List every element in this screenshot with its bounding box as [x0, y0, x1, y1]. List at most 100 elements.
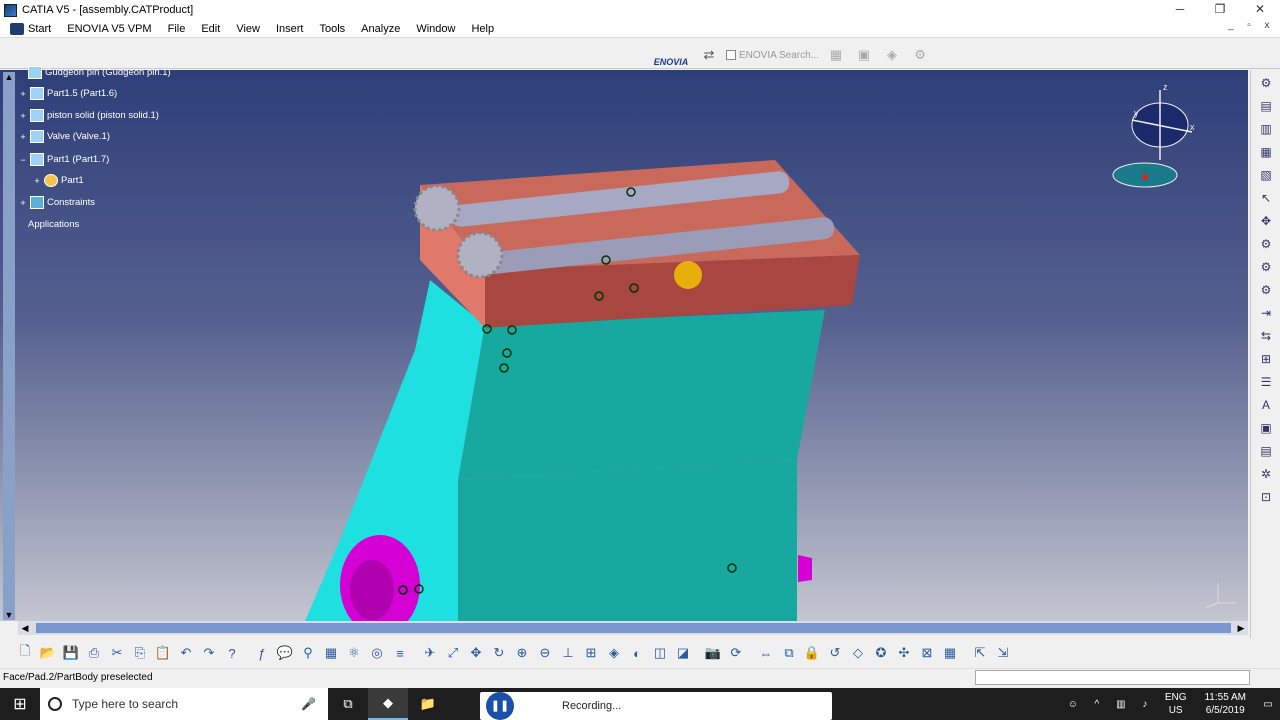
comment-icon[interactable]: 💬 [274, 642, 296, 664]
pause-icon[interactable]: ❚❚ [486, 692, 514, 720]
undo-icon[interactable]: ↶ [175, 642, 197, 664]
menu-insert[interactable]: Insert [268, 21, 312, 37]
structure-icon[interactable]: ⊠ [916, 642, 938, 664]
graph-tree-icon[interactable]: ⊞ [1255, 349, 1277, 369]
distance-icon[interactable]: ✣ [893, 642, 915, 664]
snap-icon[interactable]: ⧉ [778, 642, 800, 664]
enovia-save-icon[interactable]: ▣ [853, 44, 875, 66]
enovia-tree-icon[interactable]: ▦ [825, 44, 847, 66]
doc-minimize-button[interactable]: _ [1222, 20, 1240, 31]
expand-icon[interactable]: + [18, 89, 28, 99]
gear-icon[interactable]: ⚙ [1255, 234, 1277, 254]
expand-icon[interactable]: + [32, 176, 42, 186]
iso-view-icon[interactable]: ◈ [603, 642, 625, 664]
assembly-constraints-icon[interactable]: ⚙ [1255, 73, 1277, 93]
menu-help[interactable]: Help [463, 21, 502, 37]
enovia-logo[interactable]: ENOVIA [650, 43, 692, 67]
tree-item-gudgeon-pin[interactable]: Gudgeon pin (Gudgeon pin.1) [28, 66, 171, 79]
recording-widget[interactable]: ❚❚ Recording... [480, 692, 832, 720]
expand-icon[interactable]: + [18, 132, 28, 142]
show-hidden-icon[interactable]: ^ [1085, 699, 1109, 710]
taskbar-search[interactable]: Type here to search 🎤 [40, 688, 328, 720]
bill-of-material-icon[interactable]: ☰ [1255, 372, 1277, 392]
rule-icon[interactable]: ◎ [366, 642, 388, 664]
normal-view-icon[interactable]: ⊥ [557, 642, 579, 664]
minimize-button[interactable]: ─ [1160, 0, 1200, 20]
move-icon[interactable]: ✥ [1255, 211, 1277, 231]
scroll-right-icon[interactable]: ▶ [1234, 621, 1248, 635]
gear-existing-icon[interactable]: ⚙ [1255, 280, 1277, 300]
new-file-icon[interactable]: 🗋 [14, 642, 36, 664]
tree-item-part1-5[interactable]: + Part1.5 (Part1.6) [18, 87, 117, 100]
tree-item-applications[interactable]: Applications [28, 219, 79, 230]
multi-view-icon[interactable]: ⊞ [580, 642, 602, 664]
capture-icon[interactable]: 📷 [702, 642, 724, 664]
task-view-icon[interactable]: ⧉ [328, 688, 368, 720]
measure-icon[interactable]: ⊡ [1255, 487, 1277, 507]
formula-icon[interactable]: ƒ [251, 642, 273, 664]
tree-item-piston-solid[interactable]: + piston solid (piston solid.1) [18, 109, 159, 122]
copy-icon[interactable]: ⎘ [129, 642, 151, 664]
shading-icon[interactable]: ◐ [626, 642, 648, 664]
scroll-up-icon[interactable]: ▲ [3, 72, 15, 82]
scenes-icon[interactable]: ▣ [1255, 418, 1277, 438]
hyperlink-icon[interactable]: ⚲ [297, 642, 319, 664]
redo-icon[interactable]: ↷ [198, 642, 220, 664]
menu-view[interactable]: View [228, 21, 268, 37]
product-structure-icon[interactable]: ▤ [1255, 96, 1277, 116]
enovia-search[interactable]: ENOVIA Search... [726, 50, 819, 61]
law-icon[interactable]: ≡ [389, 642, 411, 664]
copy-icon[interactable]: ▥ [1255, 119, 1277, 139]
menu-edit[interactable]: Edit [193, 21, 228, 37]
component-icon[interactable]: ▧ [1255, 165, 1277, 185]
tree-item-part1[interactable]: + Part1 [32, 174, 84, 187]
people-icon[interactable]: ☺ [1061, 699, 1085, 710]
paste-icon[interactable]: ▦ [1255, 142, 1277, 162]
tree-item-part1-7[interactable]: − Part1 (Part1.7) [18, 153, 109, 166]
scroll-left-icon[interactable]: ◀ [18, 621, 32, 635]
enovia-search-checkbox[interactable] [726, 50, 736, 60]
table-icon[interactable]: ▦ [320, 642, 342, 664]
file-explorer-icon[interactable]: 📁 [408, 688, 448, 720]
catalog-icon[interactable]: ▤ [1255, 441, 1277, 461]
refresh-icon[interactable]: ↺ [824, 642, 846, 664]
scroll-down-icon[interactable]: ▼ [3, 610, 15, 620]
pan-icon[interactable]: ✥ [465, 642, 487, 664]
tree-item-constraints[interactable]: + Constraints [18, 196, 95, 209]
3d-viewport[interactable] [0, 70, 1248, 621]
expand-icon[interactable]: + [18, 111, 28, 121]
print-icon[interactable]: ⎙ [83, 642, 105, 664]
network-icon[interactable]: ▥ [1109, 699, 1133, 710]
section-icon[interactable]: ◇ [847, 642, 869, 664]
enovia-settings-icon[interactable]: ⚙ [909, 44, 931, 66]
menu-window[interactable]: Window [408, 21, 463, 37]
clash-icon[interactable]: ✪ [870, 642, 892, 664]
rotate-icon[interactable]: ↻ [488, 642, 510, 664]
paste-icon[interactable]: 📋 [152, 642, 174, 664]
select-icon[interactable]: ↖ [1255, 188, 1277, 208]
enovia-sync-icon[interactable]: ◈ [881, 44, 903, 66]
help-icon[interactable]: ? [221, 642, 243, 664]
tree-vertical-scrollbar[interactable]: ▲ ▼ [3, 72, 15, 620]
language-indicator[interactable]: ENG US [1165, 691, 1187, 717]
microphone-icon[interactable]: 🎤 [301, 697, 316, 711]
menu-enovia[interactable]: ENOVIA V5 VPM [59, 21, 159, 37]
clock[interactable]: 11:55 AM 6/5/2019 [1204, 691, 1246, 717]
swap-visible-icon[interactable]: ◪ [672, 642, 694, 664]
volume-icon[interactable]: ♪ [1133, 699, 1157, 710]
catia-taskbar-icon[interactable]: ◆ [368, 688, 408, 720]
menu-tools[interactable]: Tools [311, 21, 353, 37]
annotation-icon[interactable]: A [1255, 395, 1277, 415]
scrollbar-thumb[interactable] [36, 623, 1231, 633]
zoom-out-icon[interactable]: ⊖ [534, 642, 556, 664]
menu-start[interactable]: Start [0, 20, 60, 37]
close-button[interactable]: ✕ [1240, 0, 1280, 20]
notifications-icon[interactable]: ▭ [1256, 699, 1280, 710]
menu-file[interactable]: File [160, 21, 194, 37]
expand-icon[interactable]: + [18, 198, 28, 208]
cut-icon[interactable]: ✂ [106, 642, 128, 664]
explode-icon[interactable]: ✲ [1255, 464, 1277, 484]
enovia-connect-icon[interactable]: ⇄ [698, 44, 720, 66]
replace-icon[interactable]: ⇆ [1255, 326, 1277, 346]
grid-icon[interactable]: ▦ [939, 642, 961, 664]
